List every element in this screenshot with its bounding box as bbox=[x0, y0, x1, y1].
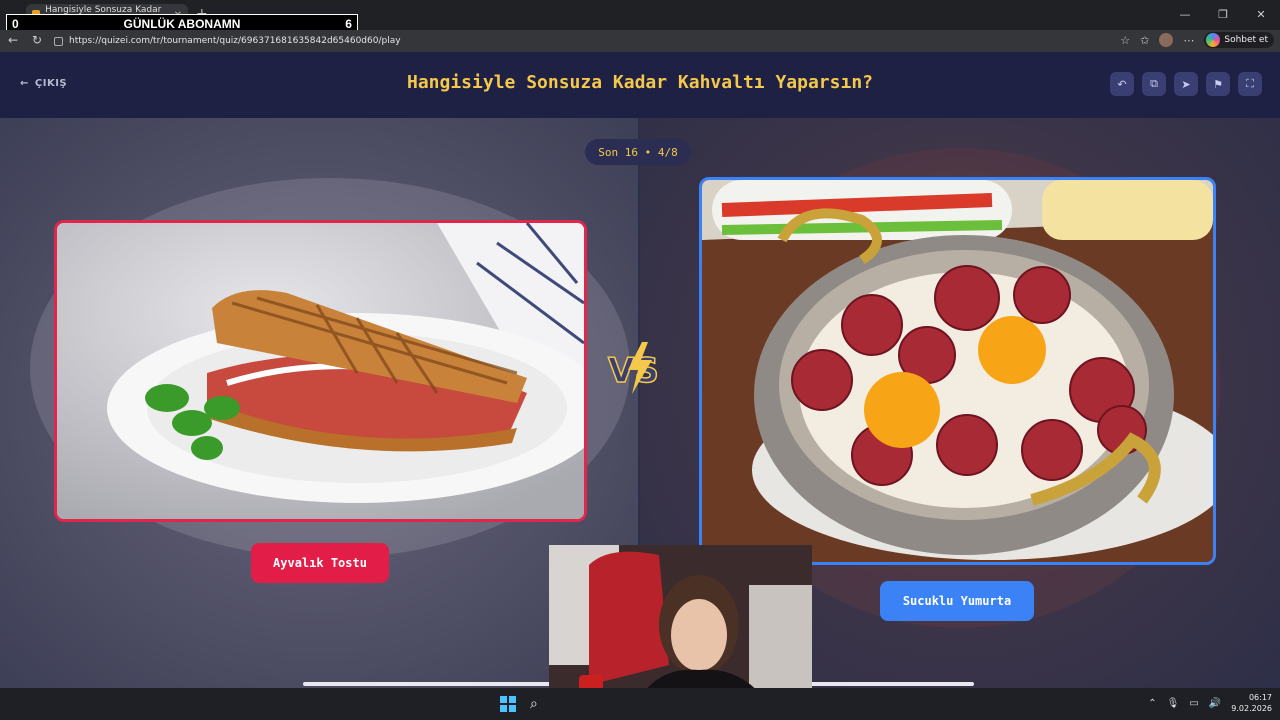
restore-icon[interactable]: ❐ bbox=[1204, 0, 1242, 28]
chevron-up-icon[interactable]: ⌃ bbox=[1148, 698, 1156, 709]
windows-taskbar: ⌕ ⌃ 🎙 ▭ 🔊 06:17 9.02.2026 bbox=[0, 688, 1280, 720]
header-actions: ↶ ⧉ ➤ ⚑ ⛶ bbox=[1110, 72, 1262, 96]
minimize-icon[interactable]: — bbox=[1166, 0, 1204, 28]
round-progress-badge: Son 16 • 4/8 bbox=[585, 139, 691, 165]
address-bar[interactable]: https://quizei.com/tr/tournament/quiz/69… bbox=[54, 33, 1134, 49]
more-menu-icon[interactable]: ⋯ bbox=[1183, 34, 1194, 47]
close-window-icon[interactable]: ✕ bbox=[1242, 0, 1280, 28]
copilot-chat-button[interactable]: Sohbet et bbox=[1204, 32, 1274, 48]
windows-start-icon[interactable] bbox=[500, 696, 516, 712]
system-tray: ⌃ 🎙 ▭ 🔊 06:17 9.02.2026 bbox=[1148, 692, 1272, 714]
clock-time: 06:17 bbox=[1248, 693, 1272, 702]
versus-icon: VS bbox=[607, 342, 660, 394]
fullscreen-icon[interactable]: ⛶ bbox=[1238, 72, 1262, 96]
report-flag-icon[interactable]: ⚑ bbox=[1206, 72, 1230, 96]
sub-counter-left: 0 bbox=[12, 17, 19, 31]
search-icon[interactable]: ⌕ bbox=[530, 696, 538, 712]
svg-text:VS: VS bbox=[608, 351, 659, 391]
choice-card-right[interactable] bbox=[699, 177, 1216, 565]
quiz-title: Hangisiyle Sonsuza Kadar Kahvaltı Yapars… bbox=[407, 72, 873, 93]
sub-counter-label: GÜNLÜK ABONAMN bbox=[123, 17, 241, 31]
undo-icon[interactable]: ↶ bbox=[1110, 72, 1134, 96]
quiz-header: ← ÇIKIŞ Hangisiyle Sonsuza Kadar Kahvalt… bbox=[0, 52, 1280, 118]
system-clock[interactable]: 06:17 9.02.2026 bbox=[1231, 692, 1272, 714]
profile-avatar[interactable] bbox=[1159, 33, 1174, 47]
copilot-chat-label: Sohbet et bbox=[1224, 35, 1268, 45]
sub-counter-right: 6 bbox=[345, 17, 352, 31]
copilot-icon bbox=[1206, 33, 1221, 47]
display-icon[interactable]: ▭ bbox=[1189, 698, 1198, 709]
window-controls: — ❐ ✕ bbox=[1166, 0, 1280, 30]
clock-date: 9.02.2026 bbox=[1231, 704, 1272, 713]
ayvalik-tostu-image bbox=[57, 223, 584, 519]
reload-icon[interactable]: ↻ bbox=[32, 33, 42, 47]
choice-right-button[interactable]: Sucuklu Yumurta bbox=[880, 581, 1034, 621]
browser-toolbar: ☆ ✩ ⋯ Sohbet et bbox=[1120, 32, 1274, 48]
microphone-icon[interactable]: 🎙 bbox=[1167, 698, 1180, 709]
back-icon[interactable]: ← bbox=[8, 33, 18, 47]
url-text: https://quizei.com/tr/tournament/quiz/69… bbox=[69, 36, 401, 46]
site-info-icon[interactable] bbox=[54, 36, 63, 46]
volume-icon[interactable]: 🔊 bbox=[1209, 698, 1221, 709]
bookmark-star-icon[interactable]: ☆ bbox=[1120, 34, 1130, 47]
favorites-icon[interactable]: ✩ bbox=[1140, 34, 1149, 47]
choice-left-button[interactable]: Ayvalık Tostu bbox=[251, 543, 389, 583]
choice-card-left[interactable] bbox=[54, 220, 587, 522]
address-bar-row: ← ↻ https://quizei.com/tr/tournament/qui… bbox=[0, 30, 1280, 52]
share-icon[interactable]: ⧉ bbox=[1142, 72, 1166, 96]
send-icon[interactable]: ➤ bbox=[1174, 72, 1198, 96]
sucuklu-yumurta-image bbox=[702, 180, 1213, 562]
